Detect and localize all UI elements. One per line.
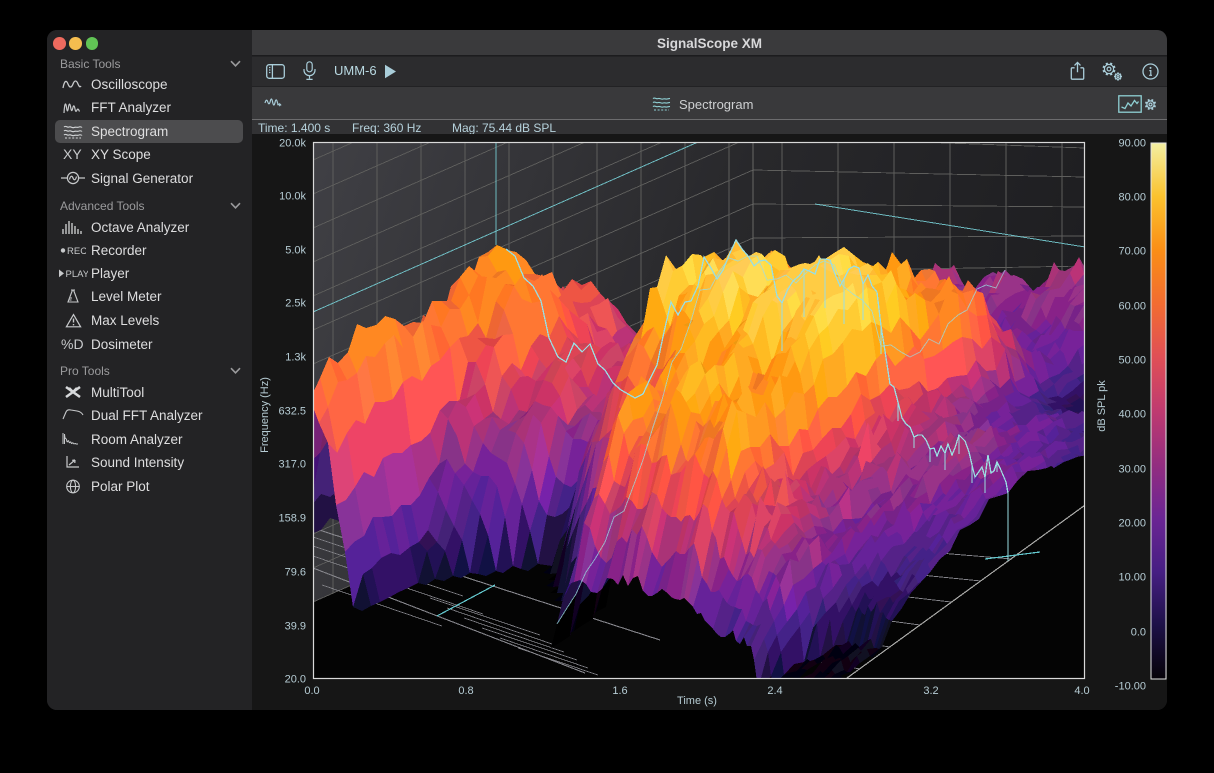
svg-text:0.0: 0.0 xyxy=(304,685,319,697)
svg-text:10.00: 10.00 xyxy=(1118,572,1146,584)
svg-text:1.3k: 1.3k xyxy=(285,352,306,364)
svg-text:90.00: 90.00 xyxy=(1118,138,1146,150)
svg-text:70.00: 70.00 xyxy=(1118,246,1146,258)
svg-text:158.9: 158.9 xyxy=(278,513,306,525)
svg-text:10.0k: 10.0k xyxy=(279,191,306,203)
svg-text:40.00: 40.00 xyxy=(1118,409,1146,421)
svg-text:2.5k: 2.5k xyxy=(285,298,306,310)
svg-text:dB SPL pk: dB SPL pk xyxy=(1096,380,1108,432)
svg-text:XY: XY xyxy=(63,147,82,161)
svg-text:79.6: 79.6 xyxy=(285,567,306,579)
svg-text:80.00: 80.00 xyxy=(1118,192,1146,204)
svg-text:30.00: 30.00 xyxy=(1118,464,1146,476)
svg-text:0.0: 0.0 xyxy=(1131,627,1146,639)
svg-text:1.6: 1.6 xyxy=(612,685,627,697)
svg-text:20.0: 20.0 xyxy=(285,674,306,686)
svg-text:317.0: 317.0 xyxy=(278,459,306,471)
svg-text:20.00: 20.00 xyxy=(1118,518,1146,530)
svg-text:%D: %D xyxy=(61,337,84,351)
svg-text:Time (s): Time (s) xyxy=(677,695,717,707)
svg-text:-10.00: -10.00 xyxy=(1115,681,1146,693)
svg-text:3.2: 3.2 xyxy=(923,685,938,697)
svg-text:20.0k: 20.0k xyxy=(279,138,306,150)
svg-text:5.0k: 5.0k xyxy=(285,245,306,257)
svg-text:REC: REC xyxy=(67,246,86,255)
svg-text:PLAY: PLAY xyxy=(66,269,89,278)
svg-text:39.9: 39.9 xyxy=(285,621,306,633)
svg-text:4.0: 4.0 xyxy=(1074,685,1089,697)
svg-text:Frequency (Hz): Frequency (Hz) xyxy=(259,377,271,453)
svg-text:60.00: 60.00 xyxy=(1118,301,1146,313)
svg-text:50.00: 50.00 xyxy=(1118,355,1146,367)
svg-text:2.4: 2.4 xyxy=(767,685,782,697)
svg-text:632.5: 632.5 xyxy=(278,406,306,418)
svg-text:0.8: 0.8 xyxy=(458,685,473,697)
